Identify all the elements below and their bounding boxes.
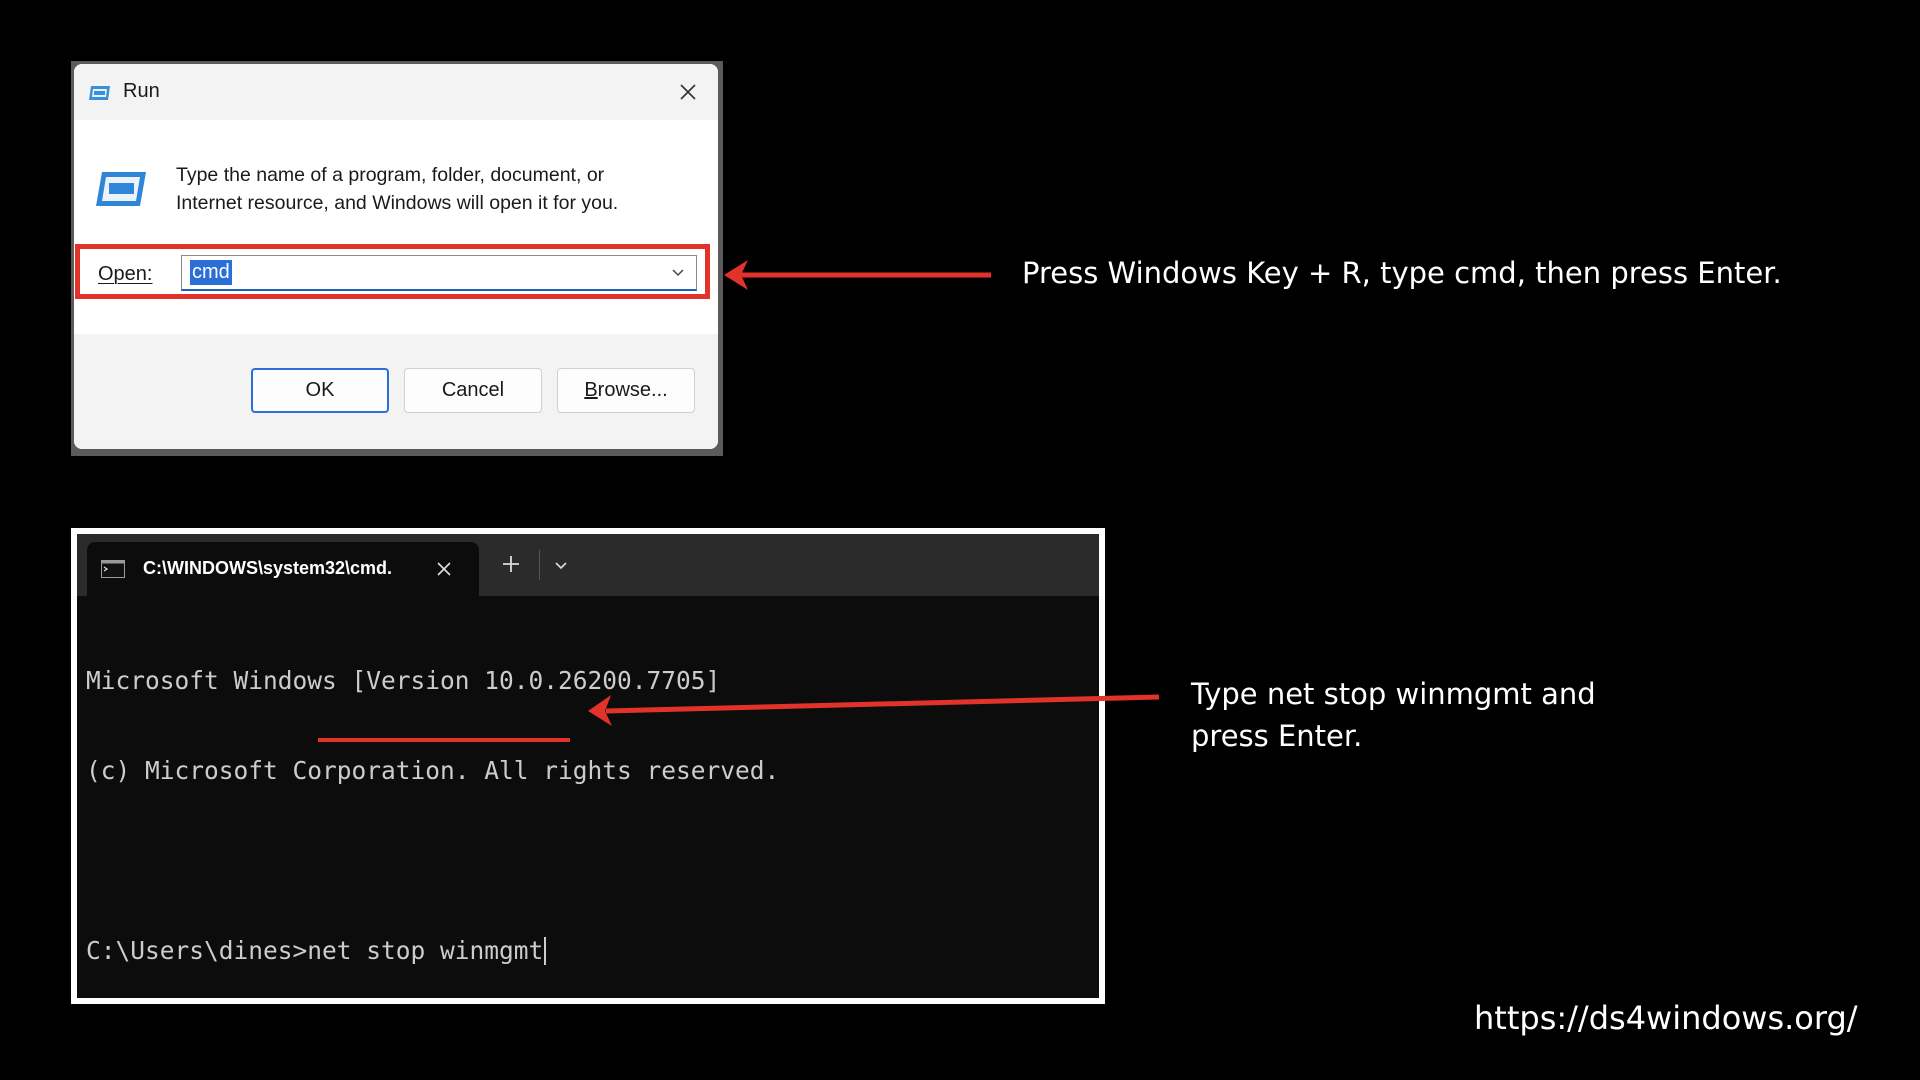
text-cursor [544,937,547,965]
plus-icon[interactable] [499,552,523,576]
chevron-down-icon[interactable] [670,264,686,280]
run-title: Run [123,80,160,102]
close-button[interactable] [670,74,706,110]
terminal-output[interactable]: Microsoft Windows [Version 10.0.26200.77… [86,606,1086,998]
terminal-line: Microsoft Windows [Version 10.0.26200.77… [86,666,721,695]
command-underline [318,738,570,742]
terminal-icon [101,560,125,578]
terminal-command: C:\Users\dines>net stop winmgmt [86,936,544,965]
ok-button[interactable]: OK [251,368,389,413]
arrow-to-open-field [724,260,991,290]
terminal-line: (c) Microsoft Corporation. All rights re… [86,756,780,785]
run-app-icon [89,86,110,100]
terminal-tab[interactable]: C:\WINDOWS\system32\cmd. [87,542,479,596]
site-url[interactable]: https://ds4windows.org/ [1474,999,1858,1037]
terminal-tabbar: C:\WINDOWS\system32\cmd. [77,534,1099,596]
browse-label: rowse... [597,379,668,401]
run-description: Type the name of a program, folder, docu… [176,161,686,217]
open-label: Open: [98,263,153,285]
run-app-icon [96,172,146,206]
open-row-highlight: Open: cmd [75,244,710,299]
open-input[interactable]: cmd [181,255,697,291]
chevron-down-icon[interactable] [552,556,570,574]
step-2-note: Type net stop winmgmt and press Enter. [1191,677,1596,753]
close-icon[interactable] [433,558,455,580]
step-1-note: Press Windows Key + R, type cmd, then pr… [1022,256,1782,290]
cancel-button[interactable]: Cancel [404,368,542,413]
terminal-window: C:\WINDOWS\system32\cmd. Microsoft Windo… [77,534,1099,998]
browse-access-key: B [584,379,598,401]
browse-button[interactable]: Browse... [557,368,695,413]
close-icon [680,84,696,100]
run-dialog: Run Type the name of a program, folder, … [74,64,718,449]
description-line: Internet resource, and Windows will open… [176,192,619,214]
tab-title: C:\WINDOWS\system32\cmd. [143,558,393,578]
run-titlebar: Run [74,64,718,120]
description-line: Type the name of a program, folder, docu… [176,164,605,186]
tab-separator [539,550,540,580]
open-input-value: cmd [190,260,232,285]
terminal-prompt-line: C:\Users\dines>net stop winmgmt [86,936,1086,966]
